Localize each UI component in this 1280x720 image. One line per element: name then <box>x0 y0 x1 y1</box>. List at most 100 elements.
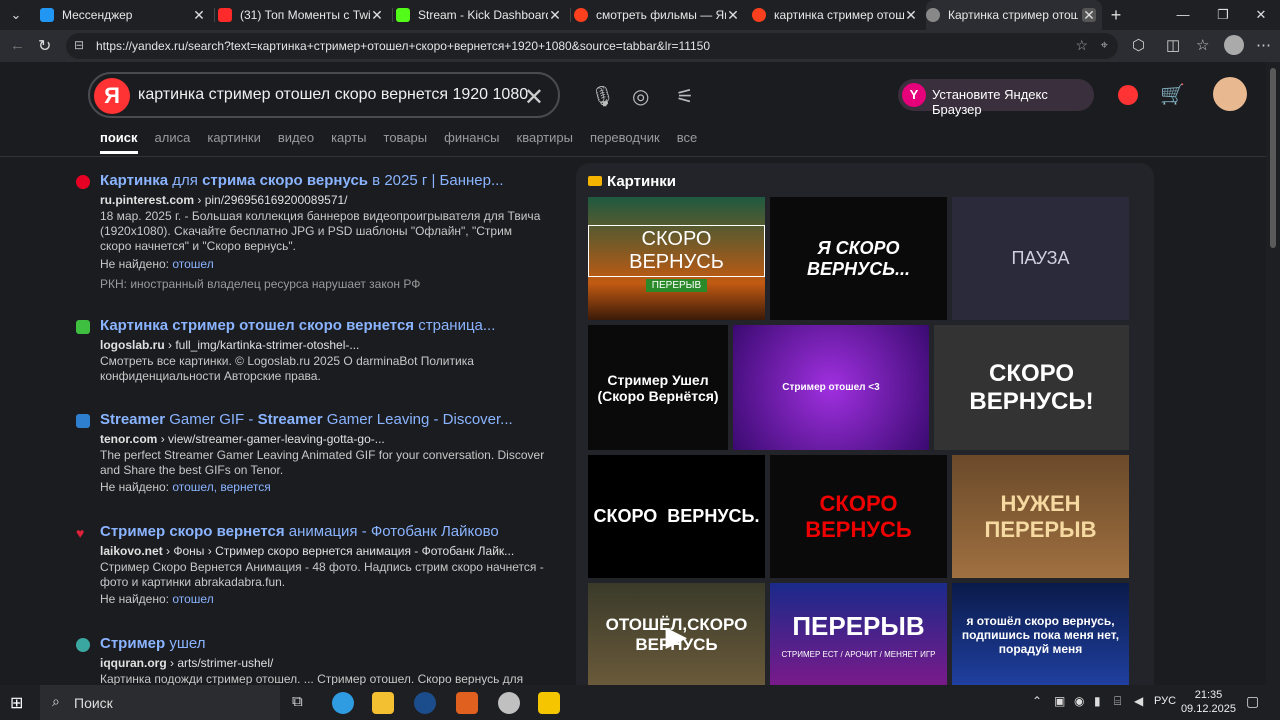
tab-yandex-search[interactable]: картинка стример отошел ✕ <box>752 0 924 30</box>
favorites-icon[interactable]: ☆ <box>1196 36 1209 54</box>
tab-all[interactable]: все <box>677 130 698 154</box>
scrollbar-thumb[interactable] <box>1270 68 1276 248</box>
tab-messenger[interactable]: Мессенджер ✕ <box>40 0 212 30</box>
notifications-icon[interactable] <box>1118 85 1138 105</box>
close-icon[interactable]: ✕ <box>548 8 562 22</box>
file-explorer-icon[interactable] <box>372 692 394 714</box>
result-url[interactable]: ru.pinterest.com › pin/29695616920008957… <box>100 193 348 208</box>
user-avatar[interactable] <box>1213 77 1247 111</box>
refresh-icon[interactable]: ↻ <box>38 36 51 56</box>
result-snippet: Картинка подожди стример отошел. ... Стр… <box>100 672 524 685</box>
close-icon[interactable]: ✕ <box>1082 8 1096 22</box>
image-tile[interactable]: СКОРО ВЕРНУСЬ <box>770 455 947 578</box>
image-tile[interactable]: ПАУЗА <box>952 197 1129 320</box>
back-arrow-icon[interactable]: ← <box>10 37 25 54</box>
tab-products[interactable]: товары <box>384 130 428 154</box>
images-title[interactable]: Картинки <box>588 173 676 190</box>
tray-icon[interactable]: ▮ <box>1094 694 1101 708</box>
url-field[interactable]: ⊟ https://yandex.ru/search?text=картинка… <box>66 33 1118 59</box>
close-window-button[interactable]: ✕ <box>1238 0 1280 30</box>
result-title[interactable]: Картинка стример отошел скоро вернется с… <box>100 318 495 333</box>
tab-title: картинка стример отошел <box>774 8 904 22</box>
yandex-logo[interactable]: Я <box>94 78 130 114</box>
image-tile[interactable]: Стример Ушел (Скоро Вернётся) <box>588 325 728 450</box>
task-view-icon[interactable]: ⧉ <box>292 693 303 710</box>
close-icon[interactable]: ✕ <box>192 8 206 22</box>
menu-dots-icon[interactable]: ⋯ <box>1256 36 1271 54</box>
profile-avatar-icon[interactable] <box>1224 35 1244 55</box>
tray-icon[interactable]: ◉ <box>1074 694 1084 708</box>
taskbar-search[interactable]: ⌕ Поиск <box>40 685 280 720</box>
not-found-word[interactable]: отошел, вернется <box>172 480 270 494</box>
close-icon[interactable]: ✕ <box>726 8 740 22</box>
tab-finance[interactable]: финансы <box>444 130 499 154</box>
not-found-word[interactable]: отошел <box>172 592 213 606</box>
image-tile[interactable]: НУЖЕН ПЕРЕРЫВ <box>952 455 1129 578</box>
location-icon[interactable]: ⌖ <box>1101 37 1108 53</box>
search-result: ♥ Стример скоро вернется анимация - Фото… <box>76 524 556 614</box>
image-tile[interactable]: Стример отошел <3 <box>733 325 929 450</box>
page-scrollbar[interactable] <box>1266 62 1280 685</box>
language-indicator[interactable]: РУС <box>1154 695 1176 707</box>
tray-chevron-icon[interactable]: ⌃ <box>1032 694 1042 708</box>
tab-video[interactable]: видео <box>278 130 314 154</box>
result-url[interactable]: tenor.com › view/streamer-gamer-leaving-… <box>100 432 385 447</box>
image-tile[interactable]: ОТОШЁЛ,СКОРО ВЕРНУСЬ ▶ <box>588 583 765 685</box>
tab-youtube[interactable]: (31) Топ Моменты с Twitch ✕ <box>218 0 390 30</box>
split-screen-icon[interactable]: ◫ <box>1166 36 1180 54</box>
tab-kick[interactable]: Stream - Kick Dashboard ✕ <box>396 0 568 30</box>
camera-search-icon[interactable]: ◎ <box>632 84 649 109</box>
volume-icon[interactable]: ◀ <box>1134 694 1143 708</box>
tab-maps[interactable]: карты <box>331 130 366 154</box>
image-tile[interactable]: ПЕРЕРЫВ СТРИМЕР ЕСТ / АРОЧИТ / МЕНЯЕТ ИГ… <box>770 583 947 685</box>
tray-icon[interactable]: ▣ <box>1054 694 1065 708</box>
play-icon[interactable]: ▶ <box>666 621 686 652</box>
tab-realty[interactable]: квартиры <box>517 130 573 154</box>
image-tile[interactable]: СКОРО ВЕРНУСЬ. <box>588 455 765 578</box>
tab-alice[interactable]: алиса <box>155 130 191 154</box>
install-browser-promo[interactable]: Y Установите Яндекс Браузер <box>898 79 1094 117</box>
not-found-word[interactable]: отошел <box>172 257 213 271</box>
tab-yandex-films[interactable]: смотреть фильмы — Яндекс ✕ <box>574 0 746 30</box>
result-title[interactable]: Стример ушел <box>100 636 205 651</box>
network-icon[interactable]: ⌸ <box>1114 694 1121 709</box>
close-icon[interactable]: ✕ <box>904 8 918 22</box>
image-tile[interactable]: СКОРО ВЕРНУСЬ ПЕРЕРЫВ <box>588 197 765 320</box>
tab-search[interactable]: поиск <box>100 130 138 154</box>
tab-images[interactable]: картинки <box>207 130 261 154</box>
notification-center-icon[interactable]: ▢ <box>1246 693 1259 710</box>
image-tile[interactable]: СКОРО ВЕРНУСЬ! <box>934 325 1129 450</box>
clear-icon[interactable]: ✕ <box>524 83 544 112</box>
new-tab-button[interactable]: + <box>1100 0 1132 30</box>
image-tile[interactable]: я отошёл скоро вернусь, подпишись пока м… <box>952 583 1129 685</box>
site-info-icon[interactable]: ⊟ <box>74 38 84 52</box>
result-title[interactable]: Картинка для стрима скоро вернусь в 2025… <box>100 173 504 188</box>
edge-icon[interactable] <box>332 692 354 714</box>
clock[interactable]: 21:35 09.12.2025 <box>1181 688 1236 716</box>
favorite-star-icon[interactable]: ☆ <box>1075 37 1088 54</box>
browser-icon[interactable] <box>538 692 560 714</box>
tab-list-chevron-icon[interactable]: ⌄ <box>0 0 32 30</box>
yandex-icon <box>752 8 766 22</box>
windows-start-icon[interactable]: ⊞ <box>10 693 23 713</box>
close-icon[interactable]: ✕ <box>370 8 384 22</box>
steam-icon[interactable] <box>414 692 436 714</box>
app-icon[interactable] <box>498 692 520 714</box>
tab-active[interactable]: Картинка стример отошел ✕ <box>926 0 1102 30</box>
filters-icon[interactable]: ⚟ <box>676 84 694 109</box>
not-found-line: Не найдено: отошел, вернется <box>100 480 271 494</box>
result-url[interactable]: iqquran.org › arts/strimer-ushel/ <box>100 656 273 671</box>
not-found-line: Не найдено: отошел <box>100 257 214 271</box>
result-title[interactable]: Стример скоро вернется анимация - Фотоба… <box>100 524 499 539</box>
tab-translator[interactable]: переводчик <box>590 130 660 154</box>
extensions-icon[interactable]: ⬡ <box>1132 36 1145 54</box>
result-url[interactable]: logoslab.ru › full_img/kartinka-strimer-… <box>100 338 359 353</box>
result-title[interactable]: Streamer Gamer GIF - Streamer Gamer Leav… <box>100 412 513 427</box>
search-box[interactable]: Я картинка стример отошел скоро вернется… <box>88 72 560 118</box>
cart-icon[interactable]: 🛒 <box>1160 82 1185 107</box>
search-input[interactable]: картинка стример отошел скоро вернется 1… <box>138 86 528 104</box>
obs-icon[interactable] <box>456 692 478 714</box>
microphone-icon[interactable]: 🎙 <box>590 84 615 109</box>
result-url[interactable]: laikovo.net › Фоны › Стример скоро верне… <box>100 544 514 559</box>
image-tile[interactable]: Я СКОРО ВЕРНУСЬ... <box>770 197 947 320</box>
